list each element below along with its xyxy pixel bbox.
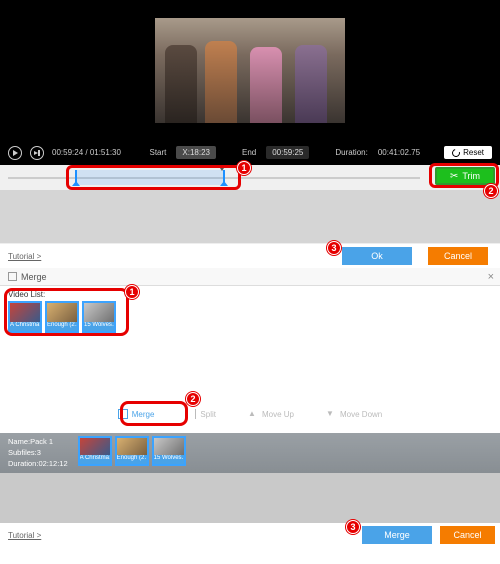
pack-info: Name:Pack 1 Subfiles:3 Duration:02:12:12: [8, 436, 68, 470]
start-label: Start: [150, 148, 167, 157]
timeline[interactable]: 1 ✂ Trim 2: [0, 165, 500, 190]
video-thumb[interactable]: Enough (2…: [45, 301, 79, 333]
split-action-button[interactable]: Split: [186, 409, 216, 419]
pack-thumb[interactable]: Enough (2…: [115, 436, 149, 466]
move-up-button[interactable]: ▲ Move Up: [248, 409, 294, 419]
video-thumb[interactable]: 15 Wolves…: [82, 301, 116, 333]
merge-icon: [118, 409, 128, 419]
video-frame: [155, 18, 345, 123]
time-display: 00:59:24 / 01:51:30: [52, 148, 121, 157]
annotation-badge-2: 2: [484, 184, 498, 198]
playback-controls: 00:59:24 / 01:51:30 Start X:18:23 End 00…: [0, 140, 500, 165]
annotation-badge-1: 1: [125, 285, 139, 299]
merge-checkbox[interactable]: [8, 272, 17, 281]
video-thumb[interactable]: A Christma…: [8, 301, 42, 333]
playhead-marker[interactable]: [218, 165, 226, 171]
annotation-badge-3: 3: [327, 241, 341, 255]
pack-thumb[interactable]: 15 Wolves…: [152, 436, 186, 466]
arrow-down-icon: ▼: [326, 409, 336, 419]
trim-footer: Tutorial > Ok 3 Cancel: [0, 243, 500, 268]
step-forward-button[interactable]: [30, 146, 44, 160]
pack-thumb[interactable]: A Christma…: [78, 436, 112, 466]
tutorial-link[interactable]: Tutorial >: [8, 252, 41, 261]
cancel-button[interactable]: Cancel: [440, 526, 495, 544]
ok-button[interactable]: Ok: [342, 247, 412, 265]
video-list-label: Video List:: [8, 290, 492, 299]
reset-icon: [451, 147, 462, 158]
merge-actions: Merge Split ▲ Move Up ▼ Move Down 2: [0, 403, 500, 425]
end-time-input[interactable]: 00:59:25: [266, 146, 309, 159]
annotation-badge-2: 2: [186, 392, 200, 406]
merge-panel-header: Merge ×: [0, 268, 500, 286]
split-icon: [186, 409, 196, 419]
merge-button[interactable]: Merge: [362, 526, 432, 544]
trim-button[interactable]: ✂ Trim: [435, 167, 495, 185]
close-icon[interactable]: ×: [488, 271, 494, 283]
merge-action-button[interactable]: Merge: [118, 409, 155, 419]
annotation-badge-1: 1: [237, 161, 251, 175]
reset-button[interactable]: Reset: [444, 146, 492, 159]
play-button[interactable]: [8, 146, 22, 160]
pack-row[interactable]: Name:Pack 1 Subfiles:3 Duration:02:12:12…: [0, 433, 500, 473]
cancel-button[interactable]: Cancel: [428, 247, 488, 265]
merge-footer: Tutorial > Merge 3 Cancel: [0, 523, 500, 548]
video-list: Video List: A Christma… Enough (2… 15 Wo…: [0, 286, 500, 341]
arrow-up-icon: ▲: [248, 409, 258, 419]
video-preview: [0, 0, 500, 140]
duration-value: 00:41:02.75: [378, 148, 420, 157]
duration-label: Duration:: [335, 148, 367, 157]
move-down-button[interactable]: ▼ Move Down: [326, 409, 382, 419]
scissors-icon: ✂: [450, 171, 458, 182]
selection-range[interactable]: [75, 170, 225, 185]
annotation-badge-3: 3: [346, 520, 360, 534]
start-time-input[interactable]: X:18:23: [176, 146, 216, 159]
merge-title: Merge: [21, 272, 47, 282]
tutorial-link[interactable]: Tutorial >: [8, 531, 41, 540]
end-label: End: [242, 148, 256, 157]
